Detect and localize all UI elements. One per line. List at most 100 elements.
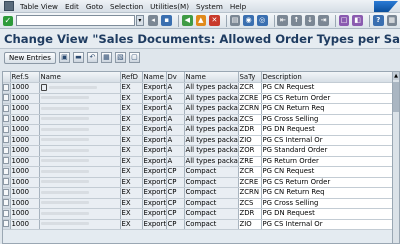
save-icon[interactable]: ▪ — [161, 15, 172, 26]
back-nav-icon[interactable]: ◂ — [147, 15, 159, 26]
row-selector[interactable] — [3, 145, 11, 157]
cell-sales-type[interactable]: ZDR — [238, 124, 262, 136]
print-icon[interactable]: ▤ — [229, 15, 241, 26]
table-row[interactable]: 1000 EXExportAAll types packaginZDRPG DN … — [3, 124, 395, 136]
row-selector[interactable] — [3, 166, 11, 178]
cell-sales-type[interactable]: ZCRN — [238, 103, 262, 115]
column-header-name[interactable]: Name — [184, 72, 239, 83]
row-select-checkbox[interactable] — [3, 146, 9, 154]
undo-change-icon[interactable]: ↶ — [86, 52, 98, 63]
cell-sales-type[interactable]: ZCRE — [238, 93, 262, 104]
cell-sales-type[interactable]: ZRE — [238, 156, 262, 167]
next-page-icon[interactable]: ↓ — [304, 15, 316, 26]
column-header-name[interactable]: Name — [39, 72, 121, 83]
row-selector[interactable] — [3, 177, 11, 188]
row-selector[interactable] — [3, 208, 11, 220]
row-select-checkbox[interactable] — [3, 188, 9, 196]
cell-sales-type[interactable]: ZCR — [238, 166, 262, 178]
menu-edit[interactable]: Edit — [65, 2, 79, 11]
copy-as-icon[interactable]: ▣ — [58, 52, 70, 63]
row-selector[interactable] — [3, 82, 11, 94]
row-select-checkbox[interactable] — [3, 178, 9, 186]
table-row[interactable]: 1000 EXExportAAll types packaginZCRNPG CN… — [3, 103, 395, 115]
row-selector[interactable] — [3, 219, 11, 230]
shortcut-icon[interactable]: ◧ — [352, 15, 363, 26]
command-history-icon[interactable]: ▾ — [136, 15, 144, 26]
table-row[interactable]: 1000 EX Export CP Compact ZCS PG Cross Selling — [3, 198, 395, 209]
menu-selection[interactable]: Selection — [110, 2, 143, 11]
row-select-checkbox[interactable] — [3, 115, 9, 123]
scroll-up-icon[interactable]: ▲ — [393, 72, 399, 80]
row-selector[interactable] — [3, 156, 11, 167]
cell-sales-type[interactable]: ZOR — [238, 145, 262, 157]
help-icon[interactable]: ? — [372, 15, 384, 26]
row-select-checkbox[interactable] — [3, 94, 9, 102]
command-field[interactable] — [15, 15, 136, 26]
menu-utilities[interactable]: Utilities(M) — [150, 2, 189, 11]
row-select-checkbox[interactable] — [3, 167, 9, 175]
row-select-checkbox[interactable] — [3, 157, 9, 165]
select-all-cell[interactable] — [3, 72, 11, 83]
row-selector[interactable] — [3, 135, 11, 146]
first-page-icon[interactable]: ⇤ — [277, 15, 289, 26]
row-select-checkbox[interactable] — [3, 199, 9, 207]
row-selector[interactable] — [3, 114, 11, 125]
table-row[interactable]: 1000 EXExportAAll types packaginZIOPG CS … — [3, 135, 395, 146]
select-block-icon[interactable]: ▧ — [114, 52, 126, 63]
cell-sales-type[interactable]: ZIO — [238, 135, 262, 146]
row-selector[interactable] — [3, 187, 11, 199]
table-row[interactable]: 1000 EXExportAAll types packaginZCREPG CS… — [3, 93, 395, 104]
column-header-description[interactable]: Description — [261, 72, 395, 83]
column-header-name[interactable]: Name — [142, 72, 167, 83]
row-select-checkbox[interactable] — [3, 136, 9, 144]
menu-help[interactable]: Help — [230, 2, 246, 11]
column-header-division[interactable]: Dv — [166, 72, 185, 83]
delete-icon[interactable]: ▬ — [72, 52, 84, 63]
row-select-checkbox[interactable] — [3, 104, 9, 112]
cell-sales-type[interactable]: ZCS — [238, 198, 262, 209]
table-row[interactable]: 1000 EX Export CP Compact ZIO PG CS Internal O… — [3, 219, 395, 230]
table-row[interactable]: 1000 EXExportAAll types packaginZCRPG CN … — [3, 82, 395, 94]
table-row[interactable]: 1000 EX Export CP Compact ZDR PG DN Request — [3, 208, 395, 220]
row-select-checkbox[interactable] — [3, 125, 9, 133]
back-icon[interactable]: ◀ — [181, 15, 193, 26]
vertical-scrollbar[interactable]: ▲ — [392, 72, 399, 243]
cancel-icon[interactable]: ✕ — [209, 15, 220, 26]
cell-sales-type[interactable]: ZIO — [238, 219, 262, 230]
menu-system[interactable]: System — [196, 2, 223, 11]
enter-icon[interactable]: ✓ — [3, 15, 13, 26]
last-page-icon[interactable]: ⇥ — [318, 15, 329, 26]
scroll-thumb[interactable] — [393, 82, 399, 112]
find-icon[interactable]: ◉ — [243, 15, 254, 26]
find-next-icon[interactable]: ◎ — [256, 15, 268, 26]
row-selector[interactable] — [3, 124, 11, 136]
deselect-all-icon[interactable]: ▢ — [128, 52, 140, 63]
new-entries-button[interactable]: New Entries — [4, 51, 56, 64]
new-session-icon[interactable]: □ — [338, 15, 350, 26]
cell-sales-type[interactable]: ZCR — [238, 82, 262, 94]
row-select-checkbox[interactable] — [3, 209, 9, 217]
cell-sales-type[interactable]: ZCS — [238, 114, 262, 125]
layout-menu-icon[interactable]: ▦ — [386, 15, 398, 26]
table-row[interactable]: 1000 EX Export CP Compact ZCR PG CN Request — [3, 166, 395, 178]
column-header-ref-dchl[interactable]: RefD — [120, 72, 143, 83]
row-selector[interactable] — [3, 103, 11, 115]
cell-sales-type[interactable]: ZCRN — [238, 187, 262, 199]
row-select-checkbox[interactable] — [3, 220, 9, 228]
cell-sales-type[interactable]: ZCRE — [238, 177, 262, 188]
column-header-sales-type[interactable]: SaTy — [238, 72, 262, 83]
menu-table-view[interactable]: Table View — [20, 2, 58, 11]
row-select-checkbox[interactable] — [3, 83, 9, 91]
menu-goto[interactable]: Goto — [86, 2, 103, 11]
exit-icon[interactable]: ▲ — [195, 15, 207, 26]
row-selector[interactable] — [3, 93, 11, 104]
table-row[interactable]: 1000 EX Export CP Compact ZCRE PG CS Return Or… — [3, 177, 395, 188]
table-row[interactable]: 1000 EXExportAAll types packaginZORPG Sta… — [3, 145, 395, 157]
column-header-ref-sorg[interactable]: Ref.S — [10, 72, 40, 83]
table-row[interactable]: 1000 EX Export CP Compact ZCRN PG CN Return Re… — [3, 187, 395, 199]
cell-sales-type[interactable]: ZDR — [238, 208, 262, 220]
window-menu-icon[interactable] — [4, 1, 14, 11]
table-row[interactable]: 1000 EXExportAAll types packaginZREPG Ret… — [3, 156, 395, 167]
row-selector[interactable] — [3, 198, 11, 209]
previous-page-icon[interactable]: ↑ — [291, 15, 302, 26]
